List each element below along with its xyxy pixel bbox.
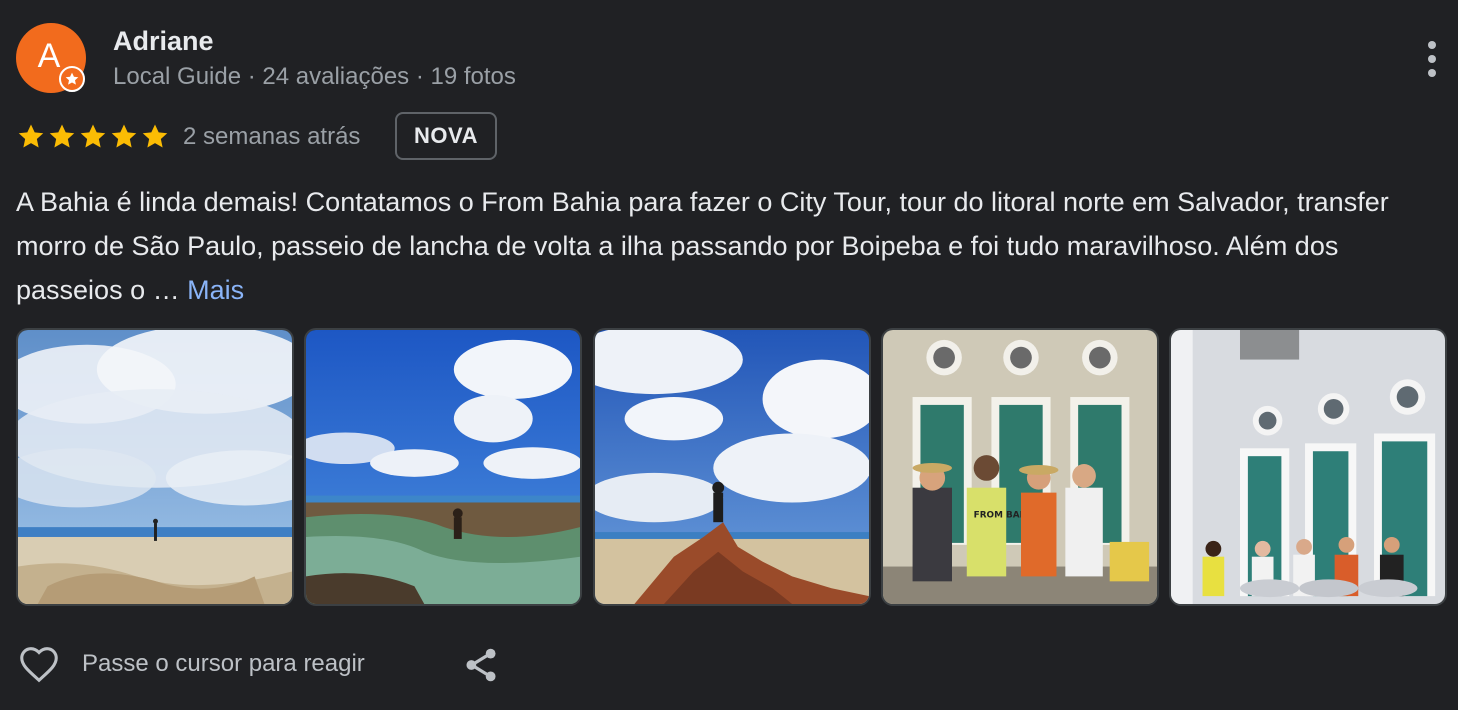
review-card: A Adriane Local Guide · 24 avaliações · … [0,0,1458,710]
local-guide-star-icon [59,66,85,92]
review-photo[interactable] [593,328,871,606]
star-icon [111,124,137,148]
author-name[interactable]: Adriane [113,26,214,57]
star-icon [49,124,75,148]
star-rating [16,122,170,152]
star-icon [18,124,44,148]
react-hint: Passe o cursor para reagir [82,650,365,677]
review-photo[interactable] [304,328,582,606]
star-icon [80,124,106,148]
avatar[interactable]: A [16,23,86,93]
photo-strip: FROM BAHIA [16,328,1448,606]
new-badge: NOVA [395,112,497,160]
share-icon[interactable] [460,644,502,686]
avatar-initial: A [37,36,61,75]
review-time: 2 semanas atrás [183,123,361,150]
review-photo[interactable] [16,328,294,606]
star-icon [142,124,168,148]
review-photo[interactable]: FROM BAHIA [881,328,1159,606]
review-photo[interactable] [1169,328,1447,606]
review-text: A Bahia é linda demais! Contatamos o Fro… [16,180,1436,312]
more-vertical-icon[interactable] [1416,38,1448,80]
author-meta: Local Guide · 24 avaliações · 19 fotos [113,63,516,90]
heart-outline-icon[interactable] [16,641,62,687]
more-link[interactable]: Mais [187,275,244,305]
